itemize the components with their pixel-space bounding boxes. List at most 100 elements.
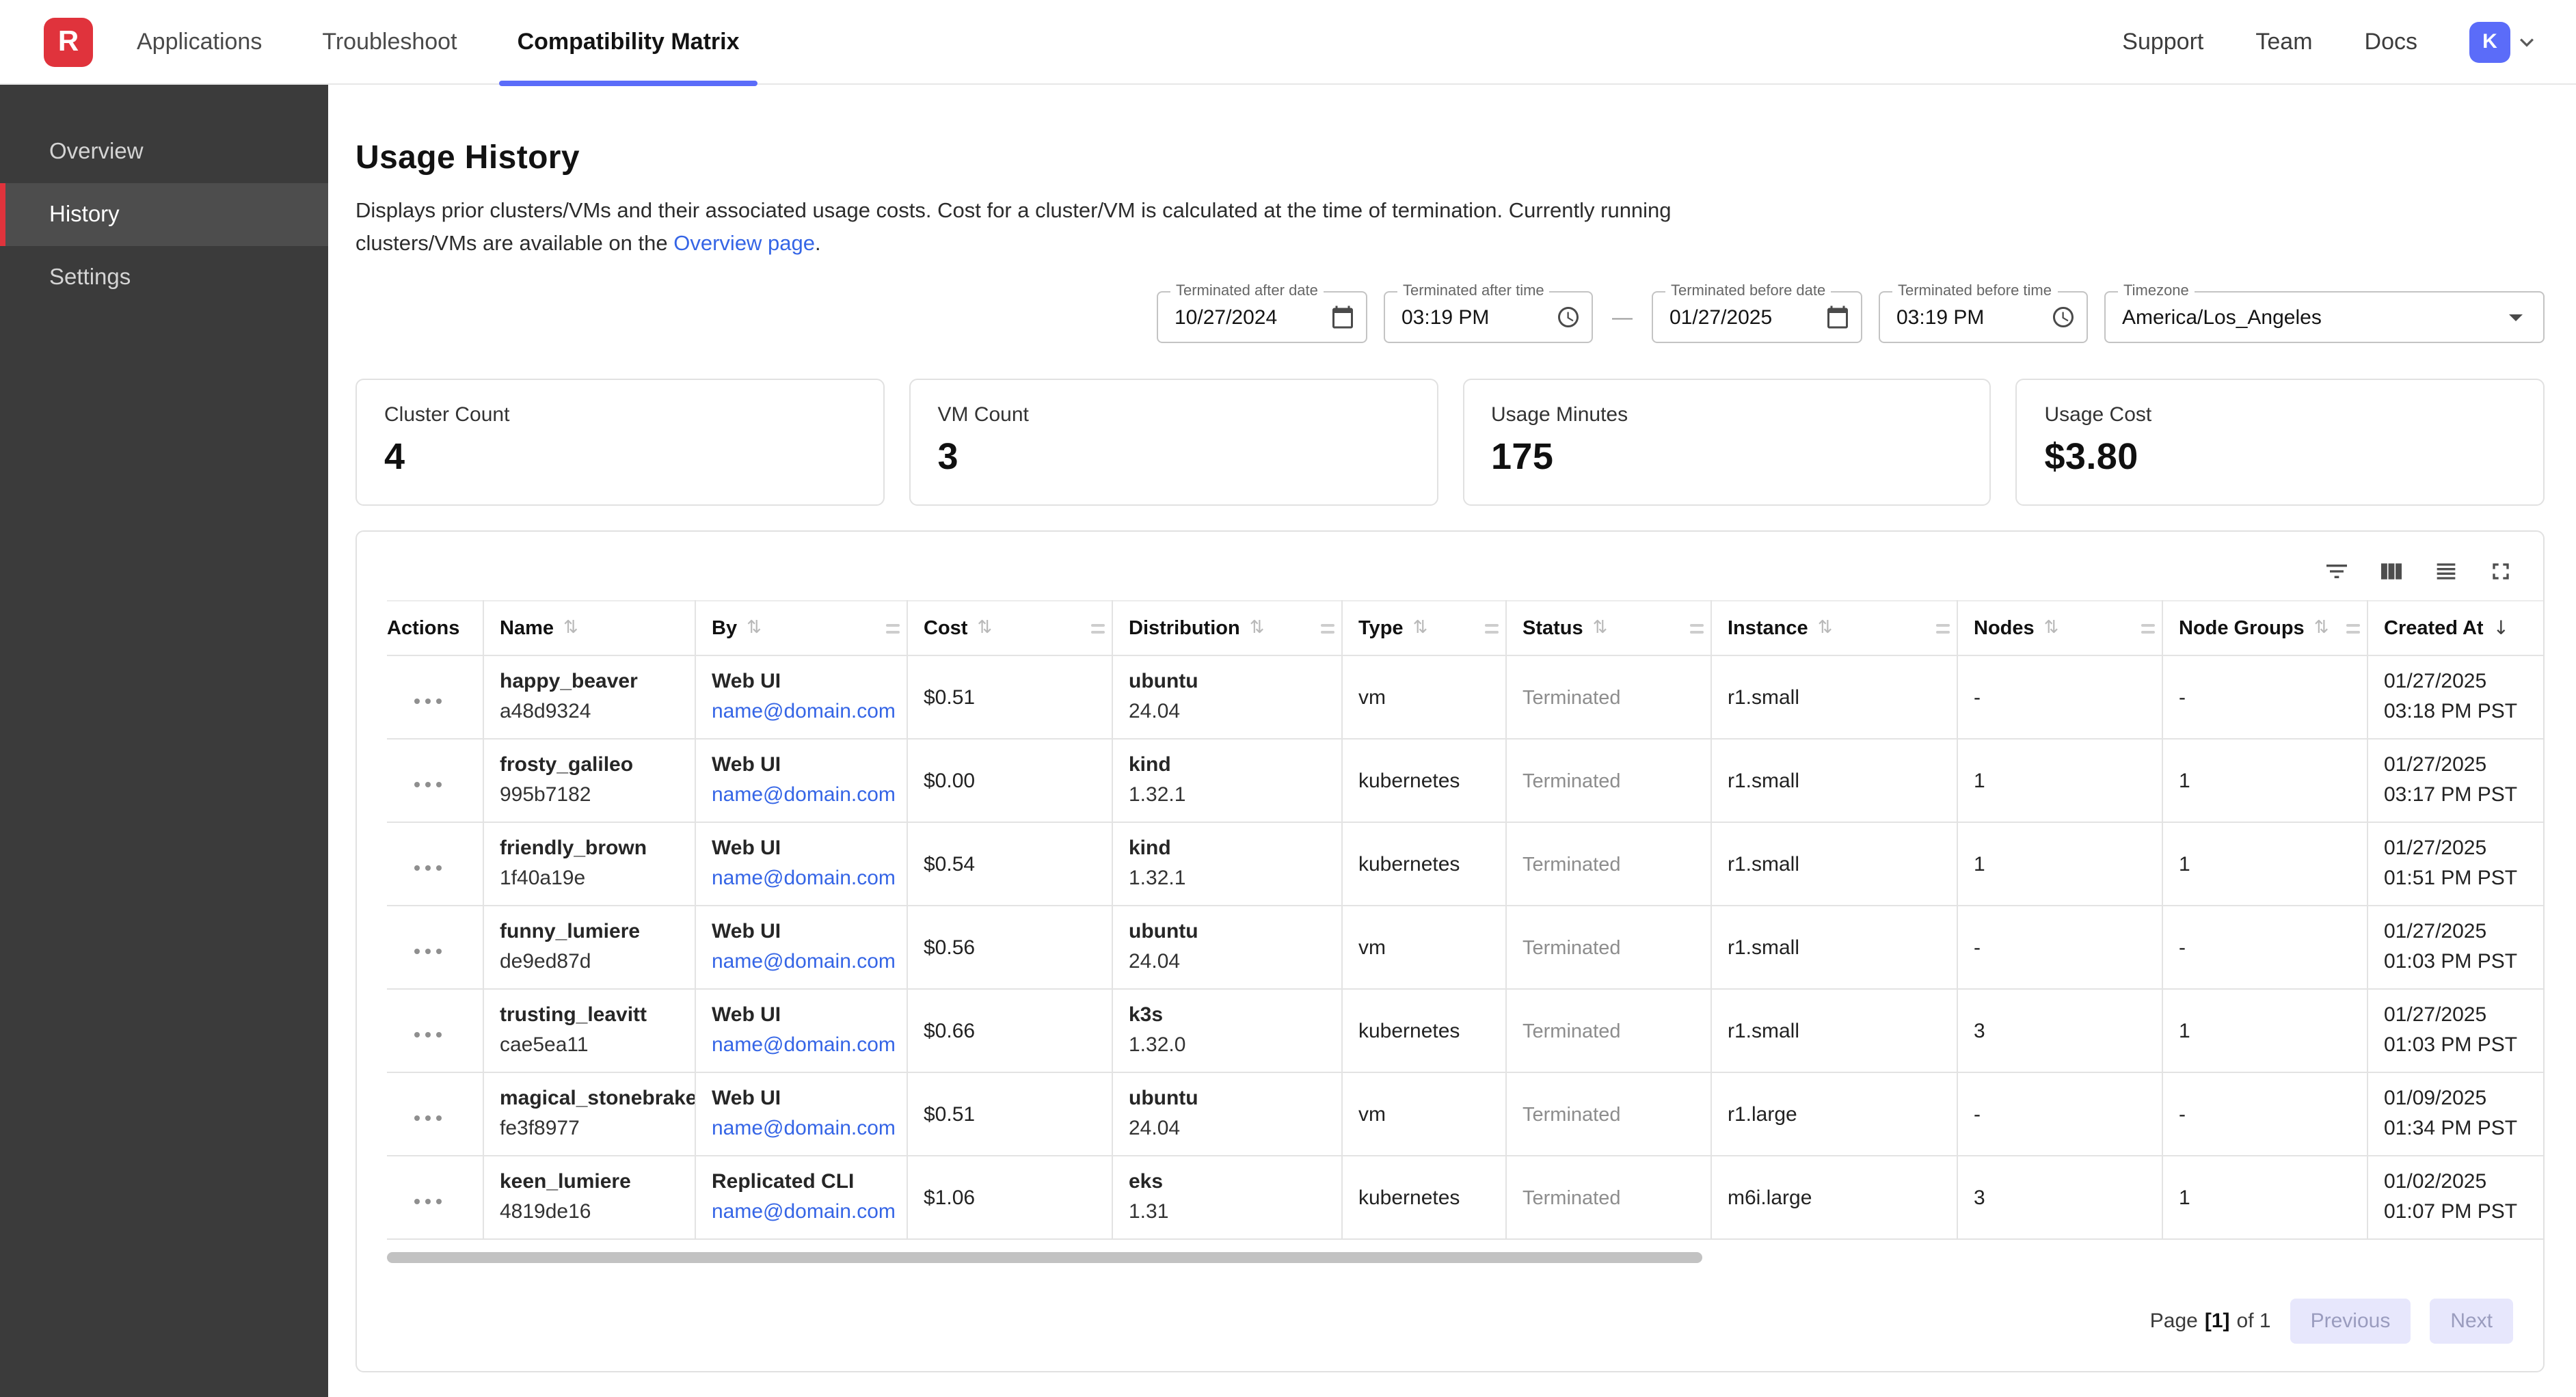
status-badge: Terminated — [1522, 854, 1620, 876]
density-icon[interactable] — [2431, 556, 2461, 586]
cell-node-groups: 1 — [2162, 989, 2367, 1072]
column-label: By — [712, 617, 737, 639]
column-resize-handle[interactable] — [2346, 623, 2359, 633]
email-link[interactable]: name@domain.com — [712, 781, 896, 811]
column-header-nodes[interactable]: Nodes⇅ — [1957, 601, 2162, 655]
column-resize-handle[interactable] — [2141, 623, 2154, 633]
column-header-by[interactable]: By ⇅ — [695, 601, 907, 655]
cell-nodes: 3 — [1957, 1156, 2162, 1239]
nav-tab-applications[interactable]: Applications — [107, 0, 292, 83]
created-date: 01/27/2025 — [2384, 918, 2530, 948]
sort-icon[interactable]: ⇅ — [1413, 618, 1428, 638]
row-actions-button[interactable] — [409, 859, 447, 876]
sort-desc-icon[interactable]: ↓ — [2493, 617, 2509, 639]
filter-terminated-before-date[interactable]: Terminated before date 01/27/2025 — [1652, 291, 1862, 343]
calendar-icon[interactable] — [1330, 305, 1355, 329]
field-label: Terminated after time — [1397, 283, 1550, 299]
usage-history-table: Actions Name⇅ By⇅ Cost⇅ Distribution⇅ Ty… — [387, 600, 2543, 1240]
filter-terminated-before-time[interactable]: Terminated before time 03:19 PM — [1879, 291, 2088, 343]
fullscreen-icon[interactable] — [2486, 556, 2516, 586]
dropdown-arrow-icon — [2499, 301, 2532, 334]
horizontal-scrollbar[interactable] — [387, 1252, 2543, 1263]
logo-letter: R — [58, 25, 79, 58]
sidebar-item-settings[interactable]: Settings — [0, 246, 328, 309]
filter-icon[interactable] — [2322, 556, 2352, 586]
email-link[interactable]: name@domain.com — [712, 697, 896, 727]
filter-terminated-after-date[interactable]: Terminated after date 10/27/2024 — [1157, 291, 1367, 343]
cell-cost: $0.56 — [907, 906, 1112, 989]
distribution-name: ubuntu — [1129, 918, 1327, 948]
nav-tab-troubleshoot[interactable]: Troubleshoot — [292, 0, 487, 83]
clock-icon[interactable] — [2051, 305, 2076, 329]
cell-created-at: 01/27/2025 03:18 PM PST — [2367, 655, 2543, 739]
sort-icon[interactable]: ⇅ — [747, 618, 762, 638]
nav-link-support[interactable]: Support — [2122, 28, 2203, 55]
calendar-icon[interactable] — [1825, 305, 1850, 329]
column-header-instance[interactable]: Instance⇅ — [1710, 601, 1957, 655]
column-resize-handle[interactable] — [1689, 623, 1703, 633]
column-header-status[interactable]: Status⇅ — [1505, 601, 1710, 655]
clock-icon[interactable] — [1556, 305, 1581, 329]
column-header-created-at[interactable]: Created At↓ — [2367, 601, 2543, 655]
cell-distribution: ubuntu 24.04 — [1112, 906, 1341, 989]
stat-label: Usage Minutes — [1491, 403, 1963, 426]
sort-icon[interactable]: ⇅ — [2314, 618, 2329, 638]
email-link[interactable]: name@domain.com — [712, 947, 896, 977]
sort-icon[interactable]: ⇅ — [563, 618, 578, 638]
stat-value: $3.80 — [2045, 436, 2517, 478]
created-date: 01/27/2025 — [2384, 835, 2530, 865]
cost-value: $0.51 — [924, 1102, 975, 1126]
row-actions-button[interactable] — [409, 776, 447, 792]
sort-icon[interactable]: ⇅ — [2044, 618, 2059, 638]
cluster-id: de9ed87d — [500, 947, 680, 977]
columns-icon[interactable] — [2376, 556, 2406, 586]
nav-link-team[interactable]: Team — [2255, 28, 2312, 55]
column-resize-handle[interactable] — [885, 623, 899, 633]
row-actions-button[interactable] — [409, 1026, 447, 1042]
sort-icon[interactable]: ⇅ — [1593, 618, 1608, 638]
next-page-button[interactable]: Next — [2430, 1299, 2513, 1344]
column-header-name[interactable]: Name⇅ — [483, 601, 695, 655]
column-resize-handle[interactable] — [1484, 623, 1498, 633]
filter-terminated-after-time[interactable]: Terminated after time 03:19 PM — [1384, 291, 1593, 343]
stat-value: 175 — [1491, 436, 1963, 478]
row-actions-button[interactable] — [409, 1109, 447, 1126]
sidebar-item-overview[interactable]: Overview — [0, 120, 328, 183]
overview-page-link[interactable]: Overview page — [673, 232, 815, 256]
row-actions-button[interactable] — [409, 1193, 447, 1209]
row-actions-button[interactable] — [409, 692, 447, 709]
sort-icon[interactable]: ⇅ — [1250, 618, 1265, 638]
column-header-node-groups[interactable]: Node Groups⇅ — [2162, 601, 2367, 655]
scrollbar-thumb[interactable] — [387, 1252, 1702, 1263]
timezone-select[interactable]: Timezone America/Los_Angeles — [2104, 291, 2545, 343]
created-date: 01/27/2025 — [2384, 1001, 2530, 1031]
column-header-distribution[interactable]: Distribution⇅ — [1112, 601, 1341, 655]
sort-icon[interactable]: ⇅ — [977, 618, 992, 638]
email-link[interactable]: name@domain.com — [712, 1031, 896, 1061]
email-link[interactable]: name@domain.com — [712, 864, 896, 894]
column-resize-handle[interactable] — [1090, 623, 1104, 633]
previous-page-button[interactable]: Previous — [2290, 1299, 2411, 1344]
email-link[interactable]: name@domain.com — [712, 1114, 896, 1144]
nav-link-docs[interactable]: Docs — [2365, 28, 2417, 55]
cell-status: Terminated — [1505, 822, 1710, 906]
column-header-cost[interactable]: Cost⇅ — [907, 601, 1112, 655]
nav-tab-compatibility-matrix[interactable]: Compatibility Matrix — [487, 0, 770, 83]
user-menu[interactable]: K — [2469, 21, 2540, 62]
sidebar-item-history[interactable]: History — [0, 183, 328, 246]
email-link[interactable]: name@domain.com — [712, 1197, 896, 1228]
cell-distribution: eks 1.31 — [1112, 1156, 1341, 1239]
row-actions-button[interactable] — [409, 942, 447, 959]
type-value: vm — [1358, 686, 1386, 709]
sidebar: Overview History Settings — [0, 85, 328, 1397]
column-resize-handle[interactable] — [1935, 623, 1949, 633]
app-logo[interactable]: R — [44, 17, 93, 66]
distribution-version: 24.04 — [1129, 1114, 1327, 1144]
table-row: friendly_brown 1f40a19e Web UI name@doma… — [387, 822, 2543, 906]
nodes-value: 1 — [1974, 852, 1985, 876]
column-header-type[interactable]: Type⇅ — [1341, 601, 1505, 655]
created-time: 03:17 PM PST — [2384, 781, 2530, 811]
column-resize-handle[interactable] — [1320, 623, 1334, 633]
cell-status: Terminated — [1505, 739, 1710, 822]
sort-icon[interactable]: ⇅ — [1818, 618, 1833, 638]
